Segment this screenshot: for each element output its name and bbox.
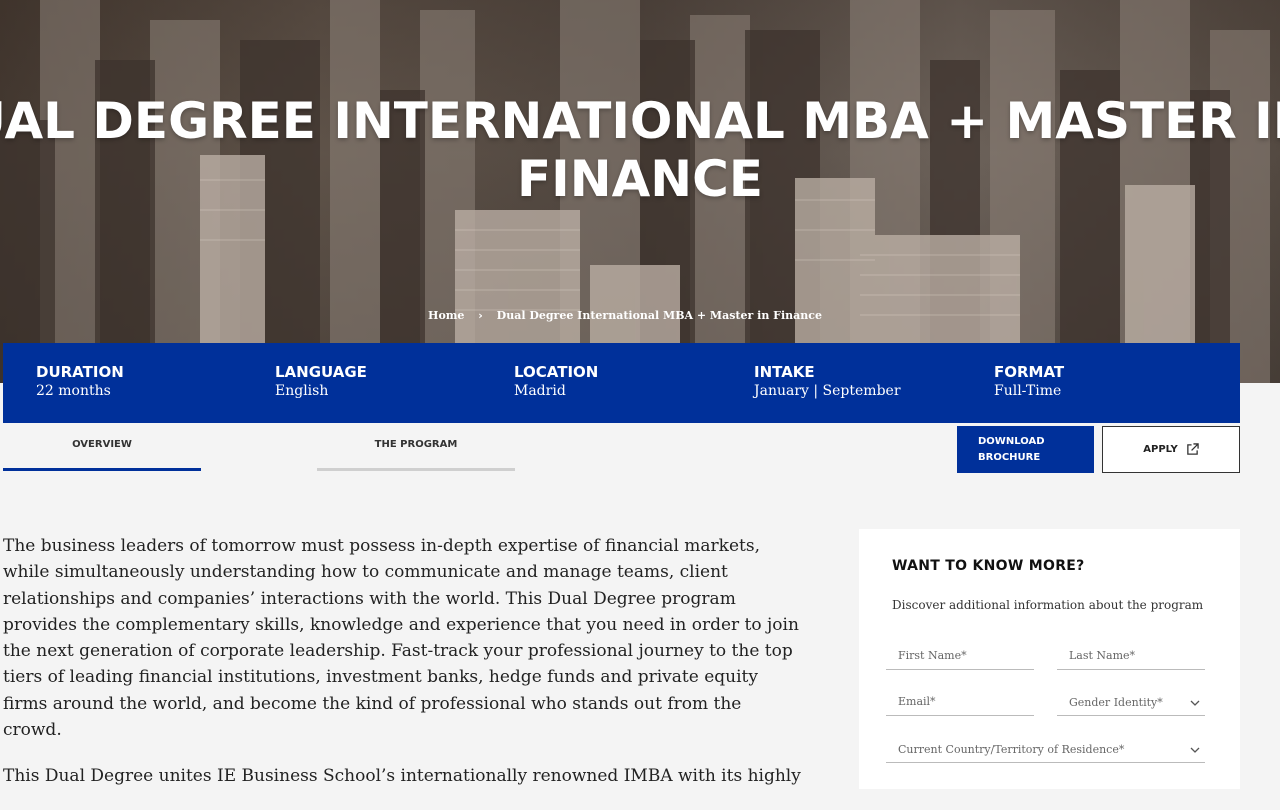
- hero-banner: UAL DEGREE INTERNATIONAL MBA + MASTER IN…: [0, 0, 1280, 383]
- page-title: UAL DEGREE INTERNATIONAL MBA + MASTER IN…: [0, 92, 1280, 208]
- tab-the-program[interactable]: THE PROGRAM: [317, 426, 515, 471]
- chevron-down-icon: [1190, 700, 1200, 706]
- gender-identity-label: Gender Identity*: [1069, 696, 1163, 709]
- country-select[interactable]: Current Country/Territory of Residence*: [886, 737, 1205, 763]
- description-paragraph-2: This Dual Degree unites IE Business Scho…: [3, 766, 801, 787]
- first-name-input[interactable]: [886, 644, 1034, 666]
- external-link-icon: [1186, 443, 1199, 455]
- chevron-right-icon: ›: [478, 308, 483, 322]
- form-subtitle: Discover additional information about th…: [892, 598, 1204, 612]
- info-location: LOCATION Madrid: [514, 364, 598, 401]
- info-intake: INTAKE January | September: [754, 364, 901, 401]
- program-description: The business leaders of tomorrow must po…: [3, 533, 803, 810]
- tab-overview[interactable]: OVERVIEW: [3, 426, 201, 471]
- info-label: DURATION: [36, 363, 124, 381]
- page-title-line1: UAL DEGREE INTERNATIONAL MBA + MASTER IN: [0, 92, 1280, 150]
- last-name-input[interactable]: [1057, 644, 1205, 666]
- info-label: LANGUAGE: [275, 363, 367, 381]
- info-value: English: [275, 383, 329, 399]
- last-name-field: [1057, 644, 1205, 670]
- breadcrumb-home-link[interactable]: Home: [428, 309, 464, 322]
- chevron-down-icon: [1190, 747, 1200, 753]
- apply-button[interactable]: APPLY: [1102, 426, 1240, 473]
- info-value: Madrid: [514, 383, 566, 399]
- email-input[interactable]: [886, 690, 1034, 712]
- info-language: LANGUAGE English: [275, 364, 367, 401]
- download-brochure-label: DOWNLOAD BROCHURE: [978, 435, 1045, 463]
- info-duration: DURATION 22 months: [36, 364, 124, 401]
- breadcrumb: Home › Dual Degree International MBA + M…: [0, 308, 1250, 322]
- info-value: Full-Time: [994, 383, 1062, 399]
- program-info-bar: DURATION 22 months LANGUAGE English LOCA…: [3, 343, 1240, 423]
- breadcrumb-current: Dual Degree International MBA + Master i…: [496, 308, 822, 322]
- info-label: LOCATION: [514, 363, 599, 381]
- description-paragraph-1: The business leaders of tomorrow must po…: [3, 536, 799, 741]
- info-format: FORMAT Full-Time: [994, 364, 1064, 401]
- country-label: Current Country/Territory of Residence*: [898, 743, 1125, 756]
- gender-identity-select[interactable]: Gender Identity*: [1057, 690, 1205, 716]
- download-brochure-button[interactable]: DOWNLOAD BROCHURE: [957, 426, 1094, 473]
- email-field: [886, 690, 1034, 716]
- info-value: January | September: [754, 383, 901, 399]
- info-label: FORMAT: [994, 363, 1065, 381]
- form-title: WANT TO KNOW MORE?: [892, 558, 1085, 574]
- info-label: INTAKE: [754, 363, 815, 381]
- info-request-form: WANT TO KNOW MORE? Discover additional i…: [859, 529, 1240, 789]
- first-name-field: [886, 644, 1034, 670]
- apply-label: APPLY: [1143, 444, 1178, 455]
- info-value: 22 months: [36, 383, 111, 399]
- page-title-line2: FINANCE: [517, 150, 763, 208]
